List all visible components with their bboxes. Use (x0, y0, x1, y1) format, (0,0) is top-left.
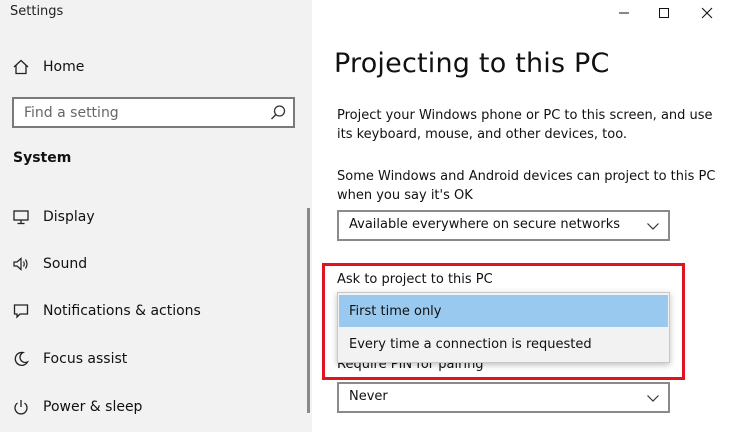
search-icon[interactable] (269, 104, 287, 122)
sidebar-item-label: Home (43, 59, 85, 75)
speaker-icon (11, 254, 31, 274)
monitor-icon (11, 207, 31, 227)
pin-pairing-dropdown-value: Never (349, 389, 388, 404)
pin-pairing-dropdown[interactable]: Never (337, 382, 670, 413)
page-title: Projecting to this PC (334, 48, 610, 79)
sidebar-item-display[interactable]: Display (0, 199, 312, 235)
sidebar-item-label: Sound (43, 256, 88, 272)
availability-description: Some Windows and Android devices can pro… (337, 169, 716, 203)
sidebar-item-sound[interactable]: Sound (0, 246, 312, 282)
sidebar-item-focus-assist[interactable]: Focus assist (0, 341, 312, 377)
sidebar: Settings Home System Display Sound (0, 0, 312, 432)
home-icon (11, 57, 31, 77)
close-icon (701, 4, 713, 23)
availability-dropdown[interactable]: Available everywhere on secure networks (337, 210, 670, 241)
chevron-down-icon (646, 390, 660, 404)
sidebar-item-home[interactable]: Home (0, 49, 312, 85)
sidebar-item-label: Focus assist (43, 351, 128, 367)
maximize-icon (658, 4, 670, 23)
sidebar-item-label: Power & sleep (43, 399, 143, 415)
settings-window: Settings Home System Display Sound (0, 0, 730, 432)
sidebar-scrollbar[interactable] (307, 208, 310, 413)
sidebar-item-label: Notifications & actions (43, 303, 201, 319)
section-header: System (13, 150, 72, 166)
close-button[interactable] (684, 0, 730, 26)
search-input[interactable] (24, 103, 264, 123)
sidebar-item-notifications[interactable]: Notifications & actions (0, 293, 312, 329)
minimize-icon (618, 4, 630, 23)
page-description: Project your Windows phone or PC to this… (337, 108, 713, 142)
search-box[interactable] (12, 97, 295, 128)
power-icon (11, 397, 31, 417)
app-title: Settings (10, 4, 64, 19)
maximize-button[interactable] (641, 0, 687, 26)
chevron-down-icon (646, 218, 660, 232)
notification-icon (11, 301, 31, 321)
sidebar-item-label: Display (43, 209, 95, 225)
sidebar-item-power-sleep[interactable]: Power & sleep (0, 389, 312, 425)
highlight-box (322, 263, 685, 380)
availability-dropdown-value: Available everywhere on secure networks (349, 217, 621, 232)
moon-icon (11, 349, 31, 369)
